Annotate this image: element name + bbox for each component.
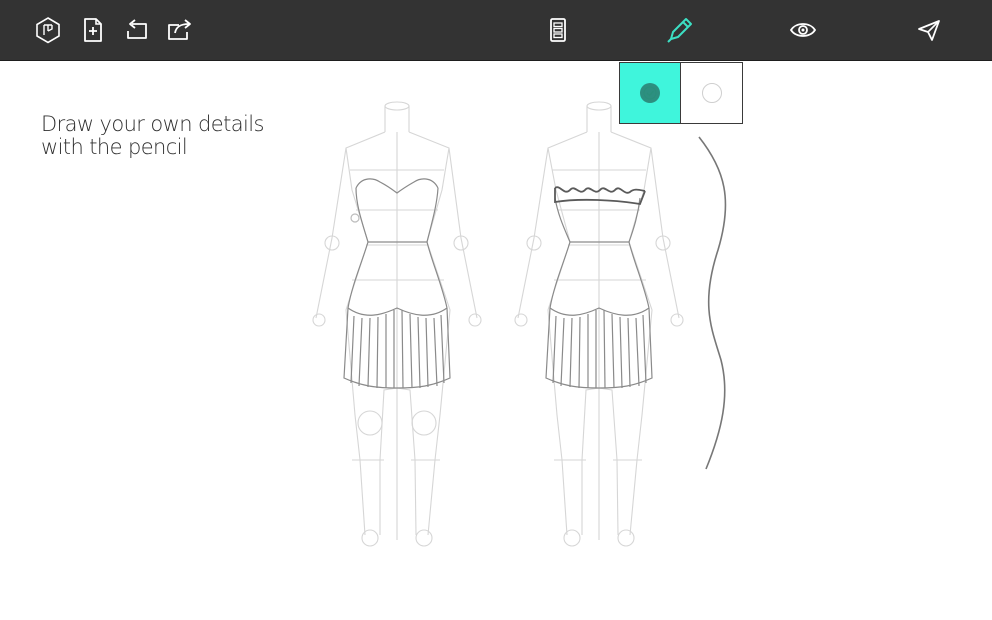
- back-ruffle: [554, 186, 646, 206]
- top-toolbar: [0, 0, 992, 61]
- share-icon: [168, 19, 191, 40]
- new-button[interactable]: [77, 13, 109, 47]
- color-swatch-teal[interactable]: [620, 63, 681, 123]
- unselected-color-indicator: [701, 83, 722, 103]
- undo-icon: [127, 19, 147, 39]
- check-icon: [643, 86, 657, 100]
- eye-icon: [789, 23, 817, 37]
- croquis-artwork: [312, 101, 727, 547]
- send-button[interactable]: [913, 13, 945, 47]
- pencil-stroke: [698, 136, 727, 470]
- pencil-color-picker: [619, 62, 743, 124]
- share-button[interactable]: [163, 13, 195, 47]
- new-document-icon: [84, 18, 102, 42]
- preview-button[interactable]: [787, 13, 819, 47]
- hexagon-logo-icon: [36, 17, 60, 44]
- back-figure: [514, 101, 684, 547]
- undo-button[interactable]: [120, 13, 152, 47]
- drawing-canvas[interactable]: [0, 62, 992, 620]
- pencil-button[interactable]: [664, 13, 696, 47]
- pencil-icon: [667, 18, 692, 43]
- layers-button[interactable]: [542, 13, 574, 47]
- color-swatch-white[interactable]: [681, 63, 742, 123]
- selected-color-indicator: [640, 83, 660, 103]
- front-figure: [312, 101, 482, 547]
- layers-icon: [550, 18, 566, 42]
- send-icon: [918, 20, 940, 41]
- logo-button[interactable]: [32, 13, 64, 47]
